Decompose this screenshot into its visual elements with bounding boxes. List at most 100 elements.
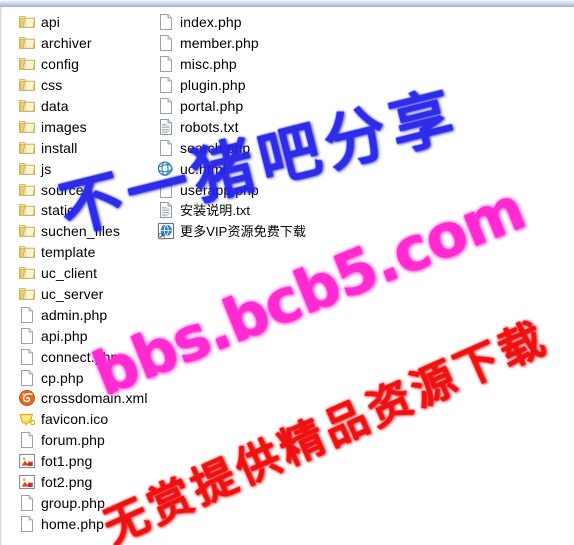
blank-file-icon: [18, 306, 36, 324]
file-row[interactable]: connect.php: [18, 346, 168, 367]
file-row[interactable]: api.php: [18, 325, 168, 346]
file-name-label: favicon.ico: [41, 411, 109, 428]
file-name-label: source: [41, 181, 84, 198]
blank-file-icon: [157, 181, 175, 199]
file-name-label: api.php: [41, 327, 88, 344]
folder-row[interactable]: template: [18, 242, 168, 263]
file-name-label: suchen_files: [41, 223, 121, 240]
folder-icon: [18, 34, 36, 52]
folder-row[interactable]: source: [18, 179, 168, 200]
folder-icon: [18, 181, 36, 199]
text-file-icon: [157, 118, 175, 136]
file-name-label: portal.php: [180, 98, 244, 114]
folder-row[interactable]: config: [18, 54, 168, 75]
file-row[interactable]: cp.php: [18, 367, 168, 388]
image-file-icon: [18, 473, 36, 491]
folder-icon: [18, 118, 36, 136]
blank-file-icon: [18, 369, 36, 387]
folder-row[interactable]: suchen_files: [18, 221, 168, 242]
file-name-label: plugin.php: [180, 77, 246, 94]
file-row[interactable]: search.php: [157, 137, 357, 158]
blank-file-icon: [18, 348, 36, 366]
file-row[interactable]: group.php: [18, 492, 168, 513]
file-name-label: fot2.png: [41, 474, 93, 491]
folder-icon: [18, 201, 36, 219]
file-name-label: static: [41, 202, 75, 219]
file-row[interactable]: misc.php: [157, 54, 357, 75]
blank-file-icon: [157, 55, 175, 73]
file-name-label: member.php: [180, 35, 259, 52]
file-list-left-column: api archiver config css data images install js s…: [18, 12, 168, 534]
blank-file-icon: [157, 97, 175, 115]
file-name-label: install: [41, 139, 78, 156]
file-name-label: cp.php: [41, 369, 84, 386]
folder-icon: [18, 222, 36, 240]
image-file-icon: [18, 452, 36, 470]
file-row[interactable]: userapp.php: [157, 179, 357, 200]
shortcut-globe-icon: [157, 222, 175, 240]
file-row[interactable]: 更多VIP资源免费下载: [157, 221, 357, 242]
file-name-label: robots.txt: [180, 118, 239, 135]
file-name-label: group.php: [41, 494, 105, 511]
file-explorer-content-pane[interactable]: api archiver config css data images install js s…: [2, 7, 574, 545]
folder-row[interactable]: images: [18, 116, 168, 137]
file-row[interactable]: fot1.png: [18, 451, 168, 472]
folder-icon: [18, 264, 36, 282]
text-file-icon: [157, 201, 175, 219]
folder-icon: [18, 76, 36, 94]
file-name-label: uc.html: [180, 160, 226, 177]
blank-file-icon: [18, 515, 36, 533]
file-row[interactable]: crossdomain.xml: [18, 388, 168, 409]
file-name-label: archiver: [41, 35, 92, 52]
file-name-label: admin.php: [41, 306, 108, 323]
file-row[interactable]: home.php: [18, 513, 168, 534]
folder-row[interactable]: data: [18, 96, 168, 117]
file-name-label: config: [41, 56, 79, 73]
folder-row[interactable]: js: [18, 158, 168, 179]
folder-icon: [18, 13, 36, 31]
folder-icon: [18, 160, 36, 178]
file-name-label: userapp.php: [180, 181, 259, 198]
file-row[interactable]: favicon.ico: [18, 409, 168, 430]
file-name-label: index.php: [180, 14, 242, 31]
blank-file-icon: [157, 34, 175, 52]
folder-row[interactable]: uc_client: [18, 263, 168, 284]
folder-row[interactable]: static: [18, 200, 168, 221]
blank-file-icon: [157, 76, 175, 94]
blank-file-icon: [157, 13, 175, 31]
file-name-label: data: [41, 98, 69, 114]
file-row[interactable]: fot2.png: [18, 472, 168, 493]
firefox-icon: [18, 389, 36, 407]
file-name-label: images: [41, 118, 87, 135]
favicon-icon: [18, 410, 36, 428]
file-row[interactable]: uc.html: [157, 158, 357, 179]
file-name-label: misc.php: [180, 56, 237, 73]
folder-row[interactable]: uc_server: [18, 284, 168, 305]
file-name-label: template: [41, 244, 96, 261]
file-name-label: home.php: [41, 515, 105, 532]
file-name-label: 更多VIP资源免费下载: [180, 223, 307, 239]
file-row[interactable]: 安装说明.txt: [157, 200, 357, 221]
file-row[interactable]: plugin.php: [157, 75, 357, 96]
file-row[interactable]: member.php: [157, 33, 357, 54]
window-top-bar: [0, 0, 574, 7]
file-row[interactable]: forum.php: [18, 430, 168, 451]
blank-file-icon: [18, 431, 36, 449]
blank-file-icon: [157, 139, 175, 157]
file-row[interactable]: portal.php: [157, 96, 357, 117]
file-name-label: search.php: [180, 139, 251, 156]
file-name-label: connect.php: [41, 348, 119, 365]
file-row[interactable]: index.php: [157, 12, 357, 33]
folder-icon: [18, 55, 36, 73]
file-row[interactable]: admin.php: [18, 304, 168, 325]
folder-icon: [18, 139, 36, 157]
file-name-label: uc_client: [41, 265, 98, 282]
folder-icon: [18, 243, 36, 261]
folder-row[interactable]: archiver: [18, 33, 168, 54]
folder-row[interactable]: api: [18, 12, 168, 33]
file-row[interactable]: robots.txt: [157, 116, 357, 137]
file-name-label: forum.php: [41, 432, 105, 449]
file-name-label: uc_server: [41, 286, 104, 303]
folder-row[interactable]: css: [18, 75, 168, 96]
folder-row[interactable]: install: [18, 137, 168, 158]
